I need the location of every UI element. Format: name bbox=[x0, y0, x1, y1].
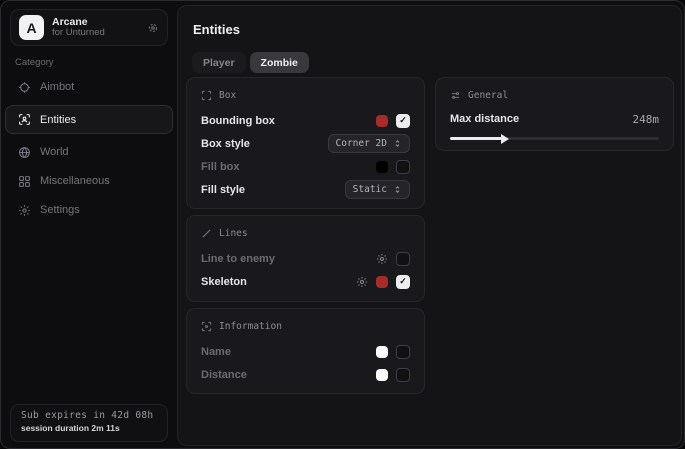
sidebar: A Arcane for Unturned Category Aimbot bbox=[1, 1, 177, 448]
skeleton-checkbox[interactable]: ✓ bbox=[396, 275, 410, 289]
slider-value: 248m bbox=[633, 113, 660, 126]
sidebar-item-aimbot[interactable]: Aimbot bbox=[5, 73, 173, 101]
setting-label: Skeleton bbox=[201, 276, 348, 288]
sidebar-item-world[interactable]: World bbox=[5, 138, 173, 166]
box-card: Box Bounding box ✓ Box style Corner 2D F… bbox=[186, 77, 425, 209]
setting-row-fill-box: Fill box bbox=[201, 155, 410, 178]
sidebar-nav: Aimbot Entities World Miscellaneous bbox=[5, 73, 173, 225]
lines-card-header: Lines bbox=[201, 228, 410, 239]
color-swatch[interactable] bbox=[376, 346, 388, 358]
sync-icon[interactable] bbox=[147, 22, 159, 34]
box-corners-icon bbox=[201, 90, 212, 101]
distance-checkbox[interactable] bbox=[396, 368, 410, 382]
category-label: Category bbox=[15, 57, 54, 68]
sidebar-item-label: Aimbot bbox=[40, 81, 74, 93]
color-swatch[interactable] bbox=[376, 115, 388, 127]
gear-icon bbox=[18, 204, 31, 217]
session-duration-text: session duration 2m 11s bbox=[21, 423, 157, 433]
dropdown-value: Static bbox=[353, 184, 387, 195]
name-checkbox[interactable] bbox=[396, 345, 410, 359]
subscription-card: Sub expires in 42d 08h session duration … bbox=[10, 404, 168, 442]
setting-label: Distance bbox=[201, 369, 368, 381]
crosshair-icon bbox=[18, 81, 31, 94]
sidebar-item-label: Miscellaneous bbox=[40, 175, 110, 187]
general-card-header: General bbox=[450, 90, 659, 101]
globe-icon bbox=[18, 146, 31, 159]
slider-fill bbox=[450, 137, 502, 140]
tab-bar: Player Zombie bbox=[192, 52, 309, 73]
sliders-icon bbox=[450, 90, 461, 101]
sidebar-item-label: Settings bbox=[40, 204, 80, 216]
setting-row-skeleton: Skeleton ✓ bbox=[201, 270, 410, 293]
sidebar-item-label: Entities bbox=[40, 114, 76, 126]
app-header-card: A Arcane for Unturned bbox=[10, 9, 168, 46]
line-icon bbox=[201, 228, 212, 239]
box-card-header: Box bbox=[201, 90, 410, 101]
lines-card-title: Lines bbox=[219, 228, 248, 239]
app-subtitle: for Unturned bbox=[52, 28, 147, 39]
max-distance-row: Max distance 248m bbox=[450, 109, 659, 129]
setting-label: Fill style bbox=[201, 184, 337, 196]
app-logo: A bbox=[19, 15, 44, 40]
setting-label: Bounding box bbox=[201, 115, 368, 127]
app-window: A Arcane for Unturned Category Aimbot bbox=[0, 0, 685, 449]
setting-row-line-to-enemy: Line to enemy bbox=[201, 247, 410, 270]
box-card-title: Box bbox=[219, 90, 236, 101]
sidebar-item-entities[interactable]: Entities bbox=[5, 105, 173, 134]
general-card-title: General bbox=[468, 90, 508, 101]
fill-style-dropdown[interactable]: Static bbox=[345, 180, 410, 199]
gear-icon[interactable] bbox=[356, 276, 368, 288]
setting-row-box-style: Box style Corner 2D bbox=[201, 132, 410, 155]
setting-label: Name bbox=[201, 346, 368, 358]
setting-label: Fill box bbox=[201, 161, 368, 173]
app-logo-letter: A bbox=[26, 20, 36, 36]
info-scan-icon bbox=[201, 321, 212, 332]
dropdown-value: Corner 2D bbox=[336, 138, 387, 149]
slider-label: Max distance bbox=[450, 113, 633, 125]
information-card-header: Information bbox=[201, 321, 410, 332]
sidebar-item-miscellaneous[interactable]: Miscellaneous bbox=[5, 167, 173, 195]
select-arrows-icon bbox=[393, 139, 402, 148]
information-card: Information Name Distance bbox=[186, 308, 425, 394]
tab-player[interactable]: Player bbox=[192, 52, 246, 73]
setting-label: Box style bbox=[201, 138, 320, 150]
app-meta: Arcane for Unturned bbox=[52, 16, 147, 39]
sub-expiry-text: Sub expires in 42d 08h bbox=[21, 410, 157, 421]
setting-label: Line to enemy bbox=[201, 253, 368, 265]
fill-box-checkbox[interactable] bbox=[396, 160, 410, 174]
color-swatch[interactable] bbox=[376, 161, 388, 173]
setting-row-distance: Distance bbox=[201, 363, 410, 386]
color-swatch[interactable] bbox=[376, 276, 388, 288]
page-title: Entities bbox=[193, 22, 240, 37]
sidebar-item-label: World bbox=[40, 146, 69, 158]
setting-row-fill-style: Fill style Static bbox=[201, 178, 410, 201]
line-to-enemy-checkbox[interactable] bbox=[396, 252, 410, 266]
sidebar-item-settings[interactable]: Settings bbox=[5, 196, 173, 224]
max-distance-slider[interactable] bbox=[450, 137, 659, 140]
main-panel: Entities Player Zombie Box Bounding box … bbox=[177, 5, 682, 446]
bounding-box-checkbox[interactable]: ✓ bbox=[396, 114, 410, 128]
setting-row-bounding-box: Bounding box ✓ bbox=[201, 109, 410, 132]
tab-zombie[interactable]: Zombie bbox=[250, 52, 309, 73]
grid-icon bbox=[18, 175, 31, 188]
select-arrows-icon bbox=[393, 185, 402, 194]
gear-icon[interactable] bbox=[376, 253, 388, 265]
color-swatch[interactable] bbox=[376, 369, 388, 381]
lines-card: Lines Line to enemy Skeleton ✓ bbox=[186, 215, 425, 302]
information-card-title: Information bbox=[219, 321, 282, 332]
box-style-dropdown[interactable]: Corner 2D bbox=[328, 134, 410, 153]
general-card: General Max distance 248m bbox=[435, 77, 674, 151]
slider-thumb[interactable] bbox=[501, 134, 509, 144]
scan-person-icon bbox=[18, 113, 31, 126]
setting-row-name: Name bbox=[201, 340, 410, 363]
